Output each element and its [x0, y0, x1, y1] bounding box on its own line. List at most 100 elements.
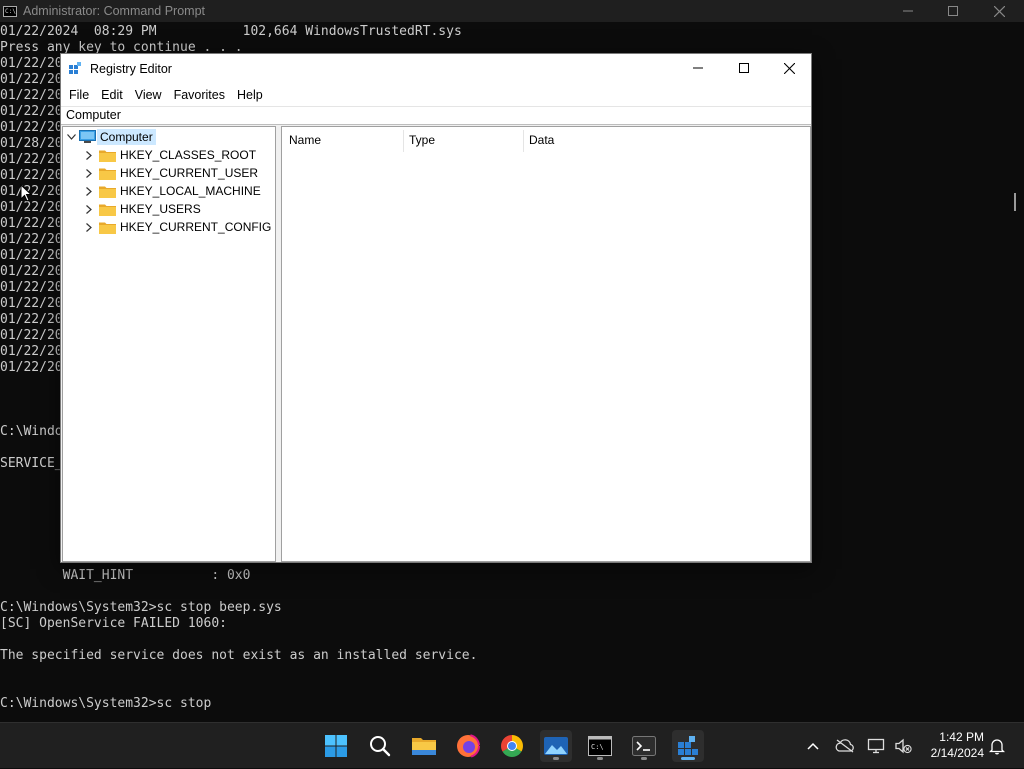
network-icon	[867, 738, 885, 754]
console-line: 01/28/20	[0, 136, 63, 151]
console-line: 01/22/20	[0, 104, 63, 119]
menu-edit[interactable]: Edit	[95, 84, 129, 106]
tree-node-label: HKEY_CURRENT_CONFIG	[120, 220, 272, 234]
running-indicator	[553, 757, 559, 760]
column-header-name[interactable]: Name	[289, 133, 321, 147]
taskbar-registry-editor[interactable]	[672, 730, 704, 762]
column-divider[interactable]	[403, 130, 404, 152]
chevron-right-icon[interactable]	[83, 164, 95, 182]
chevron-down-icon[interactable]	[65, 128, 77, 146]
cmd-title-bar[interactable]: C:\ Administrator: Command Prompt	[0, 0, 1024, 22]
console-line: WAIT_HINT : 0x0	[0, 568, 251, 583]
firefox-icon	[456, 734, 480, 758]
system-clock[interactable]: 1:42 PM 2/14/2024	[922, 729, 984, 761]
tree-node-hkey-users[interactable]: HKEY_USERS	[83, 200, 201, 218]
console-line: 01/22/20	[0, 328, 63, 343]
column-header-type[interactable]: Type	[409, 133, 435, 147]
taskbar-photos[interactable]	[540, 730, 572, 762]
tree-node-label: Computer	[97, 129, 156, 145]
registry-editor-window[interactable]: Registry Editor File Edit View Favorites…	[60, 53, 812, 563]
console-line: 01/22/20	[0, 200, 63, 215]
chevron-up-icon	[807, 742, 819, 750]
regedit-window-title: Registry Editor	[90, 62, 172, 76]
console-line: 01/22/20	[0, 216, 63, 231]
tree-node-hkey-classes-root[interactable]: HKEY_CLASSES_ROOT	[83, 146, 256, 164]
tray-network[interactable]	[866, 723, 888, 769]
folder-icon	[99, 168, 116, 180]
close-icon	[783, 62, 795, 74]
taskbar-chrome[interactable]	[496, 730, 528, 762]
menu-help[interactable]: Help	[231, 84, 269, 106]
show-hidden-icons-button[interactable]	[802, 723, 824, 769]
cmd-app-icon: C:\	[3, 5, 17, 17]
console-line: 01/22/2024 08:29 PM 102,664 WindowsTrust…	[0, 24, 462, 39]
tree-node-hkey-local-machine[interactable]: HKEY_LOCAL_MACHINE	[83, 182, 261, 200]
file-explorer-icon	[412, 738, 436, 755]
tree-node-label: HKEY_CLASSES_ROOT	[120, 148, 257, 162]
command-prompt-icon: C:\	[588, 736, 612, 756]
taskbar-command-prompt[interactable]: C:\	[584, 730, 616, 762]
menu-file[interactable]: File	[63, 84, 95, 106]
running-indicator	[597, 757, 603, 760]
running-indicator	[641, 757, 647, 760]
console-line: 01/22/20	[0, 152, 63, 167]
tree-node-hkey-current-config[interactable]: HKEY_CURRENT_CONFIG	[83, 218, 271, 236]
column-divider[interactable]	[523, 130, 524, 152]
tree-node-label: HKEY_USERS	[120, 202, 201, 216]
registry-tree-pane[interactable]: Computer HKEY_CLASSES_ROOT HKEY_CURRENT_…	[62, 126, 276, 562]
search-button[interactable]	[364, 730, 396, 762]
console-line: C:\Windows\System32>sc stop beep.sys	[0, 600, 282, 615]
console-line: 01/22/20	[0, 344, 63, 359]
tree-node-label: HKEY_CURRENT_USER	[120, 166, 259, 180]
clock-time: 1:42 PM	[939, 730, 984, 744]
search-icon	[370, 736, 391, 757]
console-prompt-line[interactable]: C:\Windows\System32>sc stop	[0, 696, 211, 712]
taskbar-terminal[interactable]	[628, 730, 660, 762]
folder-icon	[99, 204, 116, 216]
taskbar-firefox[interactable]	[452, 730, 484, 762]
menu-favorites[interactable]: Favorites	[168, 84, 231, 106]
console-line: 01/22/20	[0, 296, 63, 311]
terminal-icon	[632, 736, 656, 756]
close-icon	[993, 5, 1005, 17]
registry-values-pane[interactable]: Name Type Data	[281, 126, 811, 562]
chevron-right-icon[interactable]	[83, 200, 95, 218]
cmd-maximize-button[interactable]	[930, 0, 976, 22]
taskbar-file-explorer[interactable]	[408, 730, 440, 762]
menu-view[interactable]: View	[129, 84, 168, 106]
maximize-icon	[739, 63, 749, 73]
registry-editor-icon	[678, 736, 698, 755]
notification-button[interactable]	[986, 723, 1008, 769]
svg-text:C:\: C:\	[591, 743, 604, 751]
folder-icon	[99, 150, 116, 162]
cmd-scrollbar-thumb[interactable]	[1014, 193, 1016, 211]
tray-volume[interactable]	[892, 723, 914, 769]
tree-node-hkey-current-user[interactable]: HKEY_CURRENT_USER	[83, 164, 258, 182]
menu-bar: File Edit View Favorites Help	[61, 84, 811, 106]
regedit-maximize-button[interactable]	[721, 54, 767, 82]
chevron-right-icon[interactable]	[83, 146, 95, 164]
chevron-right-icon[interactable]	[83, 182, 95, 200]
console-line: 01/22/20	[0, 280, 63, 295]
start-button[interactable]	[320, 730, 352, 762]
column-header-data[interactable]: Data	[529, 133, 554, 147]
cmd-minimize-button[interactable]	[885, 0, 931, 22]
regedit-close-button[interactable]	[766, 54, 812, 82]
chevron-right-icon[interactable]	[83, 218, 95, 236]
address-bar[interactable]: Computer	[61, 106, 811, 125]
console-line: 01/22/20	[0, 360, 63, 375]
regedit-title-bar[interactable]: Registry Editor	[61, 54, 811, 84]
tray-onedrive[interactable]	[834, 723, 856, 769]
console-line: [SC] OpenService FAILED 1060:	[0, 616, 227, 631]
regedit-minimize-button[interactable]	[675, 54, 721, 82]
photos-icon	[544, 737, 568, 755]
folder-icon	[99, 222, 116, 234]
console-line: C:\Windo	[0, 424, 63, 439]
console-line: 01/22/20	[0, 72, 63, 87]
console-line: 01/22/20	[0, 56, 63, 71]
tree-node-computer[interactable]: Computer	[65, 128, 156, 146]
clock-date: 2/14/2024	[930, 746, 984, 760]
cmd-window-title: Administrator: Command Prompt	[23, 4, 206, 18]
cmd-close-button[interactable]	[976, 0, 1022, 22]
volume-muted-icon	[895, 738, 912, 754]
